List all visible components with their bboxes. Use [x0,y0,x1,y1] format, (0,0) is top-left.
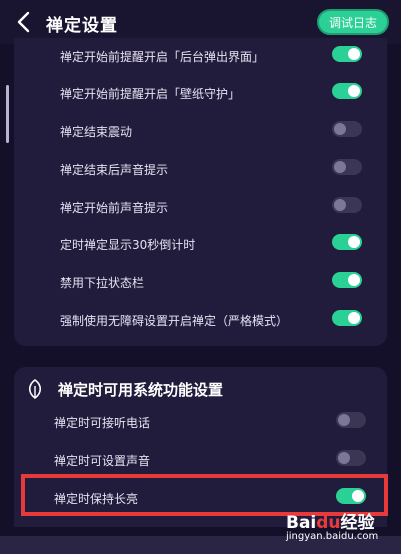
settings-card: 禅定开始前提醒开启「后台弹出界面」 禅定开始前提醒开启「壁纸守护」 禅定结束震动… [14,38,387,346]
page-title: 禅定设置 [46,16,118,36]
watermark-url: jingyan.baidu.com [286,531,379,542]
setting-toggle[interactable] [332,83,362,99]
setting-toggle[interactable] [332,234,362,250]
setting-label: 禅定结束震动 [60,125,133,139]
setting-toggle[interactable] [332,197,362,213]
back-arrow-icon[interactable] [14,10,36,34]
setting-label: 定时禅定显示30秒倒计时 [60,238,196,252]
setting-toggle[interactable] [332,121,362,137]
setting-label: 强制使用无障碍设置开启禅定（严格模式） [60,314,289,328]
setting-label: 禅定时可设置声音 [54,454,151,468]
leaf-icon [28,379,42,399]
setting-row: 强制使用无障碍设置开启禅定（严格模式） [14,305,387,335]
setting-label: 禅定开始前提醒开启「壁纸守护」 [60,87,241,101]
section-title: 禅定时可用系统功能设置 [58,381,224,399]
baidu-jingyan-watermark: Baidu经验 jingyan.baidu.com [286,508,396,550]
setting-row: 禁用下拉状态栏 [14,267,387,297]
setting-toggle[interactable] [332,159,362,175]
setting-row: 禅定时可设置声音 [14,445,387,475]
setting-toggle[interactable] [332,272,362,288]
setting-toggle[interactable] [332,310,362,326]
setting-label: 禅定时可接听电话 [54,416,151,430]
setting-toggle[interactable] [332,46,362,62]
setting-label: 禅定开始前提醒开启「后台弹出界面」 [60,50,265,64]
setting-row: 禅定开始前提醒开启「后台弹出界面」 [14,41,387,71]
debug-log-button[interactable]: 调试日志 [316,9,389,35]
scrollbar-thumb[interactable] [6,85,9,143]
setting-toggle[interactable] [336,450,366,466]
setting-label: 禅定开始前声音提示 [60,201,169,215]
setting-row: 禅定开始前声音提示 [14,192,387,222]
setting-row: 禅定结束后声音提示 [14,154,387,184]
watermark-logo: Baidu经验 [286,513,375,533]
setting-row: 禅定时可接听电话 [14,407,387,437]
setting-label: 禁用下拉状态栏 [60,276,145,290]
setting-label: 禅定结束后声音提示 [60,163,169,177]
setting-toggle[interactable] [336,412,366,428]
setting-row: 禅定结束震动 [14,116,387,146]
setting-row: 定时禅定显示30秒倒计时 [14,229,387,259]
setting-row: 禅定开始前提醒开启「壁纸守护」 [14,78,387,108]
